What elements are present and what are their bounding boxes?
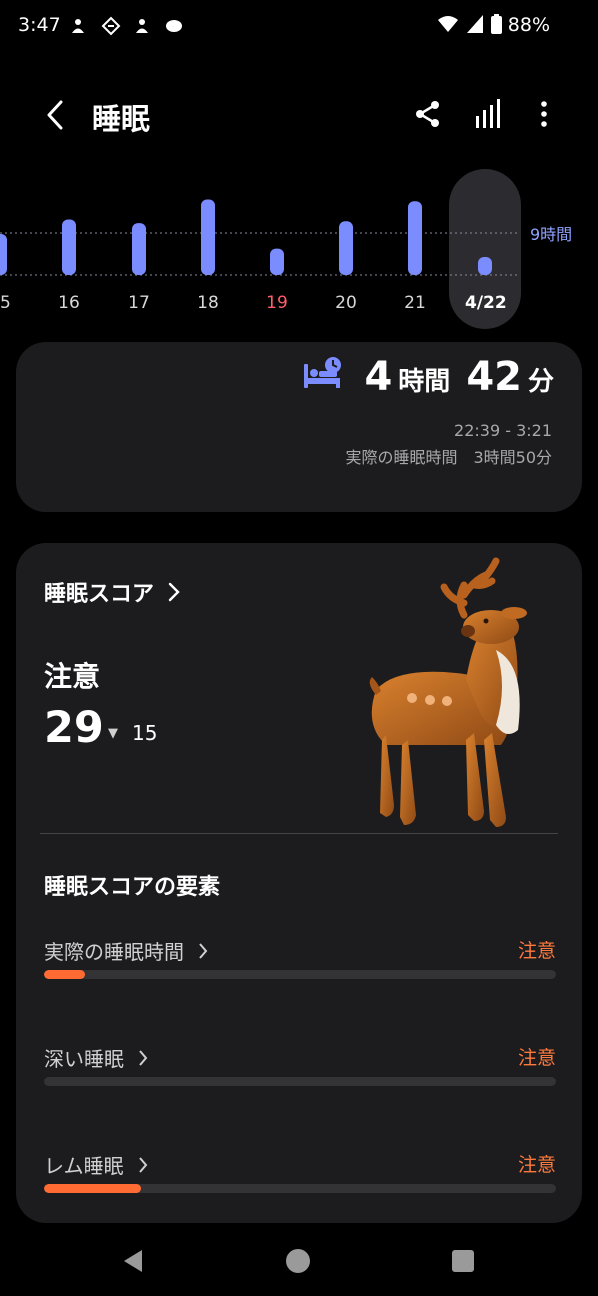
factor-status: 注意 <box>517 940 556 962</box>
factor-status: 注意 <box>517 1154 556 1176</box>
chart-bar[interactable] <box>339 221 353 275</box>
factor-actual-sleep[interactable]: 実際の睡眠時間 注意 <box>44 936 556 986</box>
more-button[interactable] <box>526 96 562 132</box>
sleep-time-range: 22:39 - 3:21 <box>454 421 552 440</box>
sleep-score-card: 睡眠スコア 注意 29 ▼ 15 睡眠スコアの要素 実際の睡眠時間 注意 深い睡… <box>16 543 582 1223</box>
chevron-right-icon <box>138 1156 147 1173</box>
status-bar: 3:47 88% <box>0 0 598 54</box>
score-delta: 15 <box>132 721 158 745</box>
chevron-right-icon <box>139 1049 148 1066</box>
chevron-left-icon <box>47 100 63 130</box>
bed-clock-icon <box>301 356 345 392</box>
nav-back-icon[interactable] <box>120 1248 146 1274</box>
factor-progress <box>44 970 556 979</box>
chart-day-label[interactable]: 15 <box>0 293 20 313</box>
chart-day-label[interactable]: 18 <box>188 293 228 313</box>
chart-day-label[interactable]: 4/22 <box>465 293 507 313</box>
chart-bar[interactable] <box>0 234 7 275</box>
message-icon <box>164 16 184 36</box>
factors-title: 睡眠スコアの要素 <box>44 875 221 900</box>
back-button[interactable] <box>38 94 72 136</box>
sync-icon <box>100 16 121 36</box>
chart-bar[interactable] <box>478 257 492 275</box>
chart-day-label[interactable]: 19 <box>257 293 297 313</box>
chart-bar[interactable] <box>62 219 76 275</box>
nav-home-icon[interactable] <box>285 1248 311 1274</box>
notification-icon <box>132 16 152 36</box>
reference-label: 9時間 <box>530 225 573 244</box>
more-icon <box>541 101 547 127</box>
battery-icon <box>491 14 502 38</box>
triangle-down-icon: ▼ <box>108 726 118 741</box>
factor-status: 注意 <box>517 1047 556 1069</box>
chart-day-label[interactable]: 16 <box>49 293 89 313</box>
notification-icon <box>68 16 88 36</box>
app-header: 睡眠 <box>0 86 598 146</box>
factor-rem-sleep[interactable]: レム睡眠 注意 <box>44 1150 556 1200</box>
factor-deep-sleep[interactable]: 深い睡眠 注意 <box>44 1043 556 1093</box>
system-nav-bar <box>0 1230 598 1296</box>
nav-recent-icon[interactable] <box>451 1249 475 1273</box>
share-icon <box>416 101 439 127</box>
chart-day-label[interactable]: 21 <box>395 293 435 313</box>
chevron-right-icon <box>168 582 180 602</box>
chart-bar[interactable] <box>270 248 284 275</box>
factor-label: 深い睡眠 <box>44 1047 124 1071</box>
chart-bar[interactable] <box>408 201 422 275</box>
score-status: 注意 <box>44 660 101 693</box>
status-time: 3:47 <box>18 14 61 36</box>
chevron-right-icon <box>199 942 208 959</box>
duration-hours: 4 <box>364 354 393 400</box>
chart-bar[interactable] <box>132 223 146 275</box>
sleep-score-link[interactable]: 睡眠スコア <box>44 576 180 608</box>
trends-button[interactable] <box>470 96 506 132</box>
signal-icon <box>467 15 483 37</box>
battery-percent: 88% <box>507 14 550 36</box>
sleep-score-title: 睡眠スコア <box>44 582 155 607</box>
chart-day-label[interactable]: 20 <box>326 293 366 313</box>
factor-progress <box>44 1077 556 1086</box>
chart-canvas <box>0 169 521 329</box>
sleep-duration: 4 時間 42 分 <box>364 354 554 400</box>
duration-minutes-unit: 分 <box>527 367 554 397</box>
deer-illustration <box>346 555 546 830</box>
duration-minutes: 42 <box>466 354 522 400</box>
bar-chart-icon <box>476 99 500 128</box>
divider <box>40 833 558 834</box>
chart-day-label[interactable]: 17 <box>119 293 159 313</box>
actual-sleep-time: 実際の睡眠時間 3時間50分 <box>345 448 552 467</box>
duration-hours-unit: 時間 <box>398 367 451 397</box>
page-title: 睡眠 <box>92 102 151 136</box>
chart-bar[interactable] <box>201 199 215 275</box>
factor-label: 実際の睡眠時間 <box>44 940 184 964</box>
sleep-duration-card[interactable]: 4 時間 42 分 22:39 - 3:21 実際の睡眠時間 3時間50分 <box>16 342 582 512</box>
share-button[interactable] <box>410 96 446 132</box>
factor-label: レム睡眠 <box>44 1154 124 1178</box>
wifi-icon <box>437 15 459 37</box>
sleep-history-chart[interactable]: 9時間 15 16 17 18 19 20 21 4/22 <box>0 165 598 335</box>
score-value: 29 <box>44 703 104 753</box>
factor-progress <box>44 1184 556 1193</box>
